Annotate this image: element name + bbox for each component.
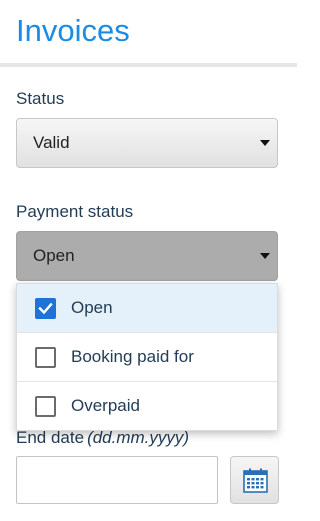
chevron-down-icon (260, 140, 270, 146)
dropdown-option-open[interactable]: Open (17, 284, 277, 333)
header-divider (0, 63, 297, 67)
calendar-button[interactable] (230, 456, 279, 504)
checkbox-unchecked[interactable] (35, 347, 56, 368)
payment-status-dropdown: Open Booking paid for Overpaid (16, 283, 278, 431)
option-label: Overpaid (71, 396, 140, 415)
status-select[interactable]: Valid (16, 118, 278, 168)
option-label: Booking paid for (71, 347, 194, 366)
status-label: Status (16, 89, 65, 108)
dropdown-option-overpaid[interactable]: Overpaid (17, 382, 277, 430)
calendar-icon (243, 468, 268, 493)
payment-status-select[interactable]: Open (16, 231, 278, 281)
checkmark-icon (38, 302, 53, 315)
option-label: Open (71, 298, 113, 317)
page-title: Invoices (16, 13, 130, 48)
chevron-down-icon (260, 253, 270, 259)
invoices-page: Invoices Status Valid Payment status Ope… (0, 0, 297, 521)
payment-status-label: Payment status (16, 202, 134, 221)
end-date-input[interactable] (16, 456, 218, 504)
payment-status-selected-value: Open (33, 246, 75, 265)
checkbox-checked[interactable] (35, 298, 56, 319)
status-selected-value: Valid (33, 133, 70, 152)
dropdown-option-booking-paid-for[interactable]: Booking paid for (17, 333, 277, 382)
checkbox-unchecked[interactable] (35, 396, 56, 417)
